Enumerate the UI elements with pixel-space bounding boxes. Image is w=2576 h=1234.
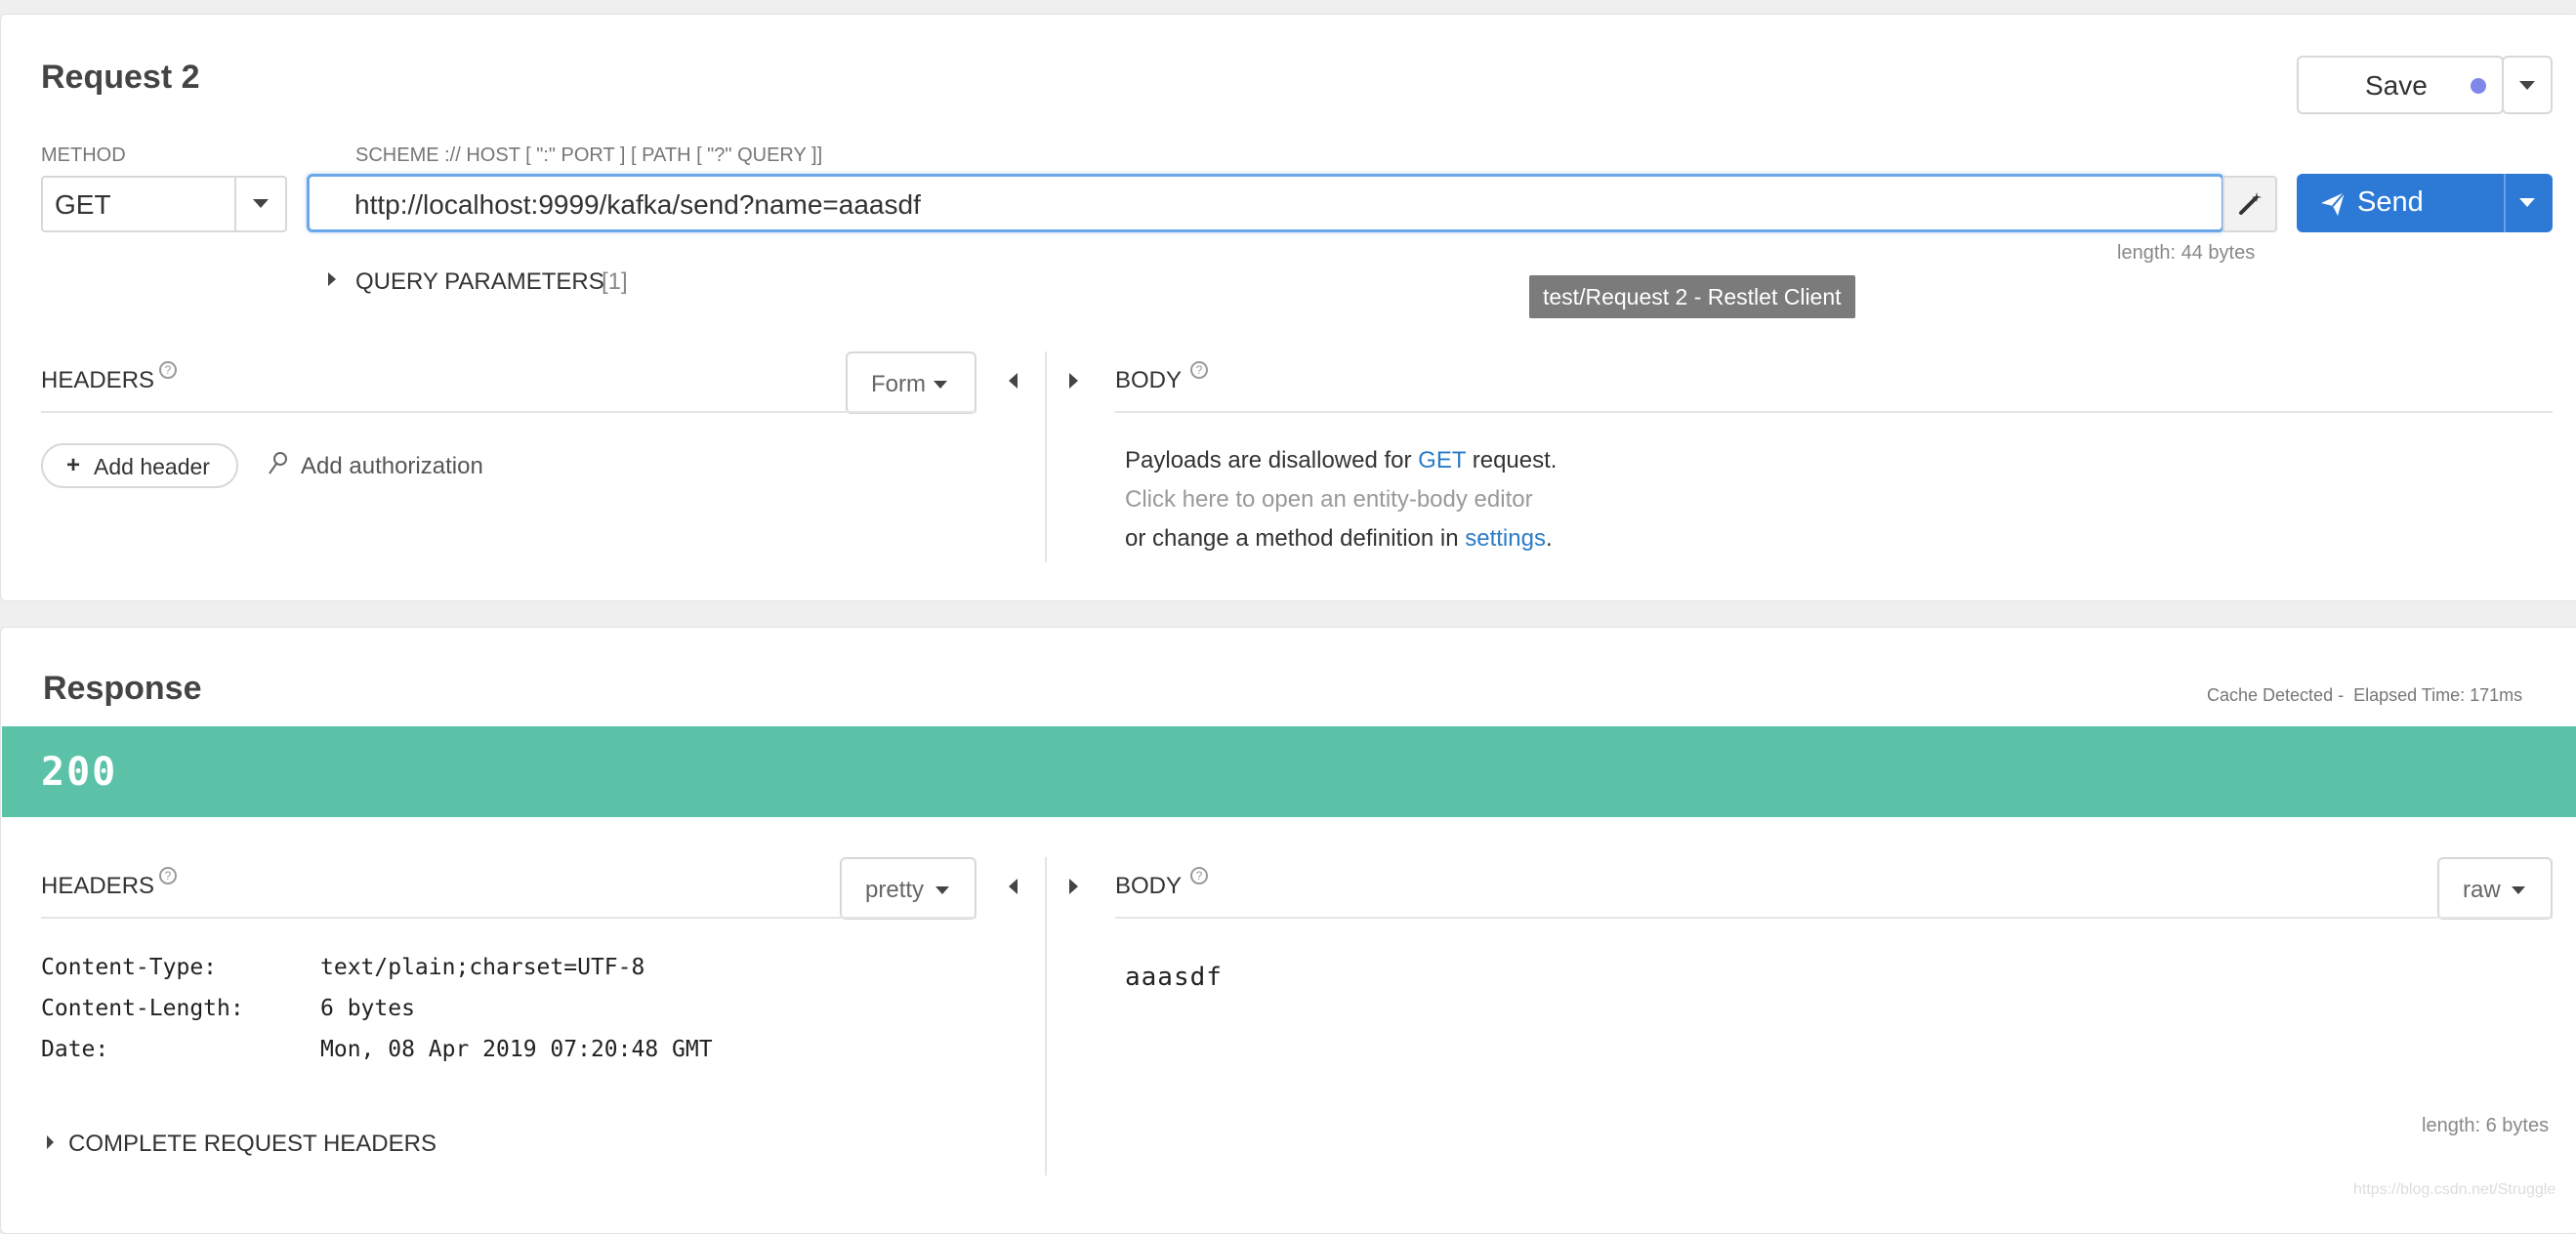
help-icon[interactable]: ? — [159, 361, 177, 379]
url-length: length: 44 bytes — [2117, 242, 2256, 264]
save-button-label: Save — [2365, 70, 2428, 101]
request-body-label: BODY — [1115, 367, 1183, 393]
caret-left-icon — [1009, 373, 1018, 389]
chevron-down-icon — [935, 886, 949, 894]
add-authorization-link[interactable]: Add authorization — [268, 451, 502, 482]
headers-pretty-label: pretty — [865, 877, 925, 903]
url-input[interactable]: http://localhost:9999/kafka/send?name=aa… — [307, 174, 2224, 232]
watermark: https://blog.csdn.net/Struggle — [2353, 1181, 2556, 1198]
method-select[interactable]: GET — [41, 176, 236, 232]
response-body-content: aaasdf — [1125, 963, 1223, 992]
divider — [1045, 857, 1047, 1175]
body-message-text: request. — [1466, 447, 1558, 473]
divider — [41, 917, 976, 919]
status-bar: 200 — [2, 726, 2576, 817]
send-button-label: Send — [2357, 186, 2424, 218]
send-icon — [2321, 191, 2346, 216]
help-icon[interactable]: ? — [1190, 361, 1208, 379]
add-header-label: Add header — [94, 454, 210, 479]
header-name: Content-Type: — [41, 955, 218, 980]
url-value: http://localhost:9999/kafka/send?name=aa… — [354, 189, 921, 220]
headers-form-label: Form — [871, 371, 926, 397]
caret-right-icon — [328, 272, 336, 286]
header-value: Mon, 08 Apr 2019 07:20:48 GMT — [320, 1037, 713, 1062]
method-dropdown-button[interactable] — [234, 176, 287, 232]
method-value: GET — [55, 189, 111, 220]
request-headers-label: HEADERS — [41, 367, 155, 393]
query-parameters-count: [1] — [602, 268, 628, 295]
request-title: Request 2 — [41, 59, 200, 96]
key-icon — [269, 452, 287, 474]
chevron-down-icon — [934, 381, 947, 389]
url-magic-button[interactable] — [2223, 176, 2277, 232]
body-message-text: . — [1545, 525, 1553, 552]
send-button[interactable]: Send — [2297, 174, 2504, 232]
add-header-button[interactable]: + Add header — [41, 443, 238, 488]
magic-wand-icon — [2239, 192, 2262, 215]
query-parameters-toggle[interactable]: QUERY PARAMETERS [1] — [328, 267, 650, 297]
header-name: Content-Length: — [41, 996, 244, 1021]
divider — [1115, 411, 2553, 413]
header-value: text/plain;charset=UTF-8 — [320, 955, 645, 980]
method-link[interactable]: GET — [1418, 447, 1466, 473]
caret-right-icon — [1069, 879, 1078, 894]
header-name: Date: — [41, 1037, 109, 1062]
body-raw-toggle[interactable]: raw — [2437, 857, 2553, 920]
expand-right-button[interactable] — [1066, 877, 1086, 896]
chevron-down-icon — [2519, 81, 2535, 90]
save-button[interactable]: Save — [2297, 56, 2504, 114]
tooltip-text: test/Request 2 - Restlet Client — [1543, 284, 1842, 309]
url-format-label: SCHEME :// HOST [ ":" PORT ] [ PATH [ "?… — [355, 144, 823, 166]
status-code: 200 — [41, 750, 118, 795]
open-body-editor-link[interactable]: Click here to open an entity-body editor — [1125, 486, 1533, 514]
caret-right-icon — [1069, 373, 1078, 389]
expand-right-button[interactable] — [1066, 371, 1086, 391]
save-options-button[interactable] — [2502, 56, 2553, 114]
response-body-length: length: 6 bytes — [2422, 1115, 2550, 1136]
response-body-label: BODY — [1115, 873, 1183, 899]
tab-title-tooltip: test/Request 2 - Restlet Client — [1529, 275, 1855, 318]
response-headers-label: HEADERS — [41, 873, 155, 899]
body-disallowed-message: Payloads are disallowed for GET request. — [1125, 447, 1557, 474]
complete-request-headers-label: COMPLETE REQUEST HEADERS — [68, 1131, 436, 1157]
body-message-text: Payloads are disallowed for — [1125, 447, 1419, 473]
collapse-left-button[interactable] — [1006, 371, 1025, 391]
add-authorization-label: Add authorization — [301, 453, 483, 479]
headers-pretty-toggle[interactable]: pretty — [840, 857, 976, 920]
cache-elapsed-info: Cache Detected - Elapsed Time: 171ms — [2207, 685, 2523, 705]
plus-icon: + — [66, 452, 81, 478]
chevron-down-icon — [2519, 198, 2535, 207]
complete-request-headers-toggle[interactable]: COMPLETE REQUEST HEADERS — [47, 1131, 457, 1160]
body-raw-label: raw — [2463, 877, 2501, 903]
body-settings-message: or change a method definition in setting… — [1125, 525, 1553, 553]
body-message-text: or change a method definition in — [1125, 525, 1466, 552]
response-header-row: Content-Type: — [41, 955, 217, 980]
unsaved-dot-icon — [2471, 78, 2486, 94]
help-icon[interactable]: ? — [1190, 867, 1208, 884]
divider — [1115, 917, 2553, 919]
caret-left-icon — [1009, 879, 1018, 894]
query-parameters-label: QUERY PARAMETERS — [355, 268, 604, 295]
send-options-button[interactable] — [2504, 174, 2553, 232]
response-title: Response — [43, 670, 202, 707]
help-icon[interactable]: ? — [159, 867, 177, 884]
collapse-left-button[interactable] — [1006, 877, 1025, 896]
response-header-row: Date: — [41, 1037, 108, 1062]
method-label: METHOD — [41, 144, 126, 166]
chevron-down-icon — [2512, 886, 2525, 894]
settings-link[interactable]: settings — [1465, 525, 1546, 552]
chevron-down-icon — [253, 199, 269, 208]
divider — [41, 411, 976, 413]
response-header-row: Content-Length: — [41, 996, 244, 1021]
caret-right-icon — [47, 1135, 54, 1149]
divider — [1045, 351, 1047, 562]
header-value: 6 bytes — [320, 996, 415, 1021]
headers-form-toggle[interactable]: Form — [846, 351, 976, 414]
